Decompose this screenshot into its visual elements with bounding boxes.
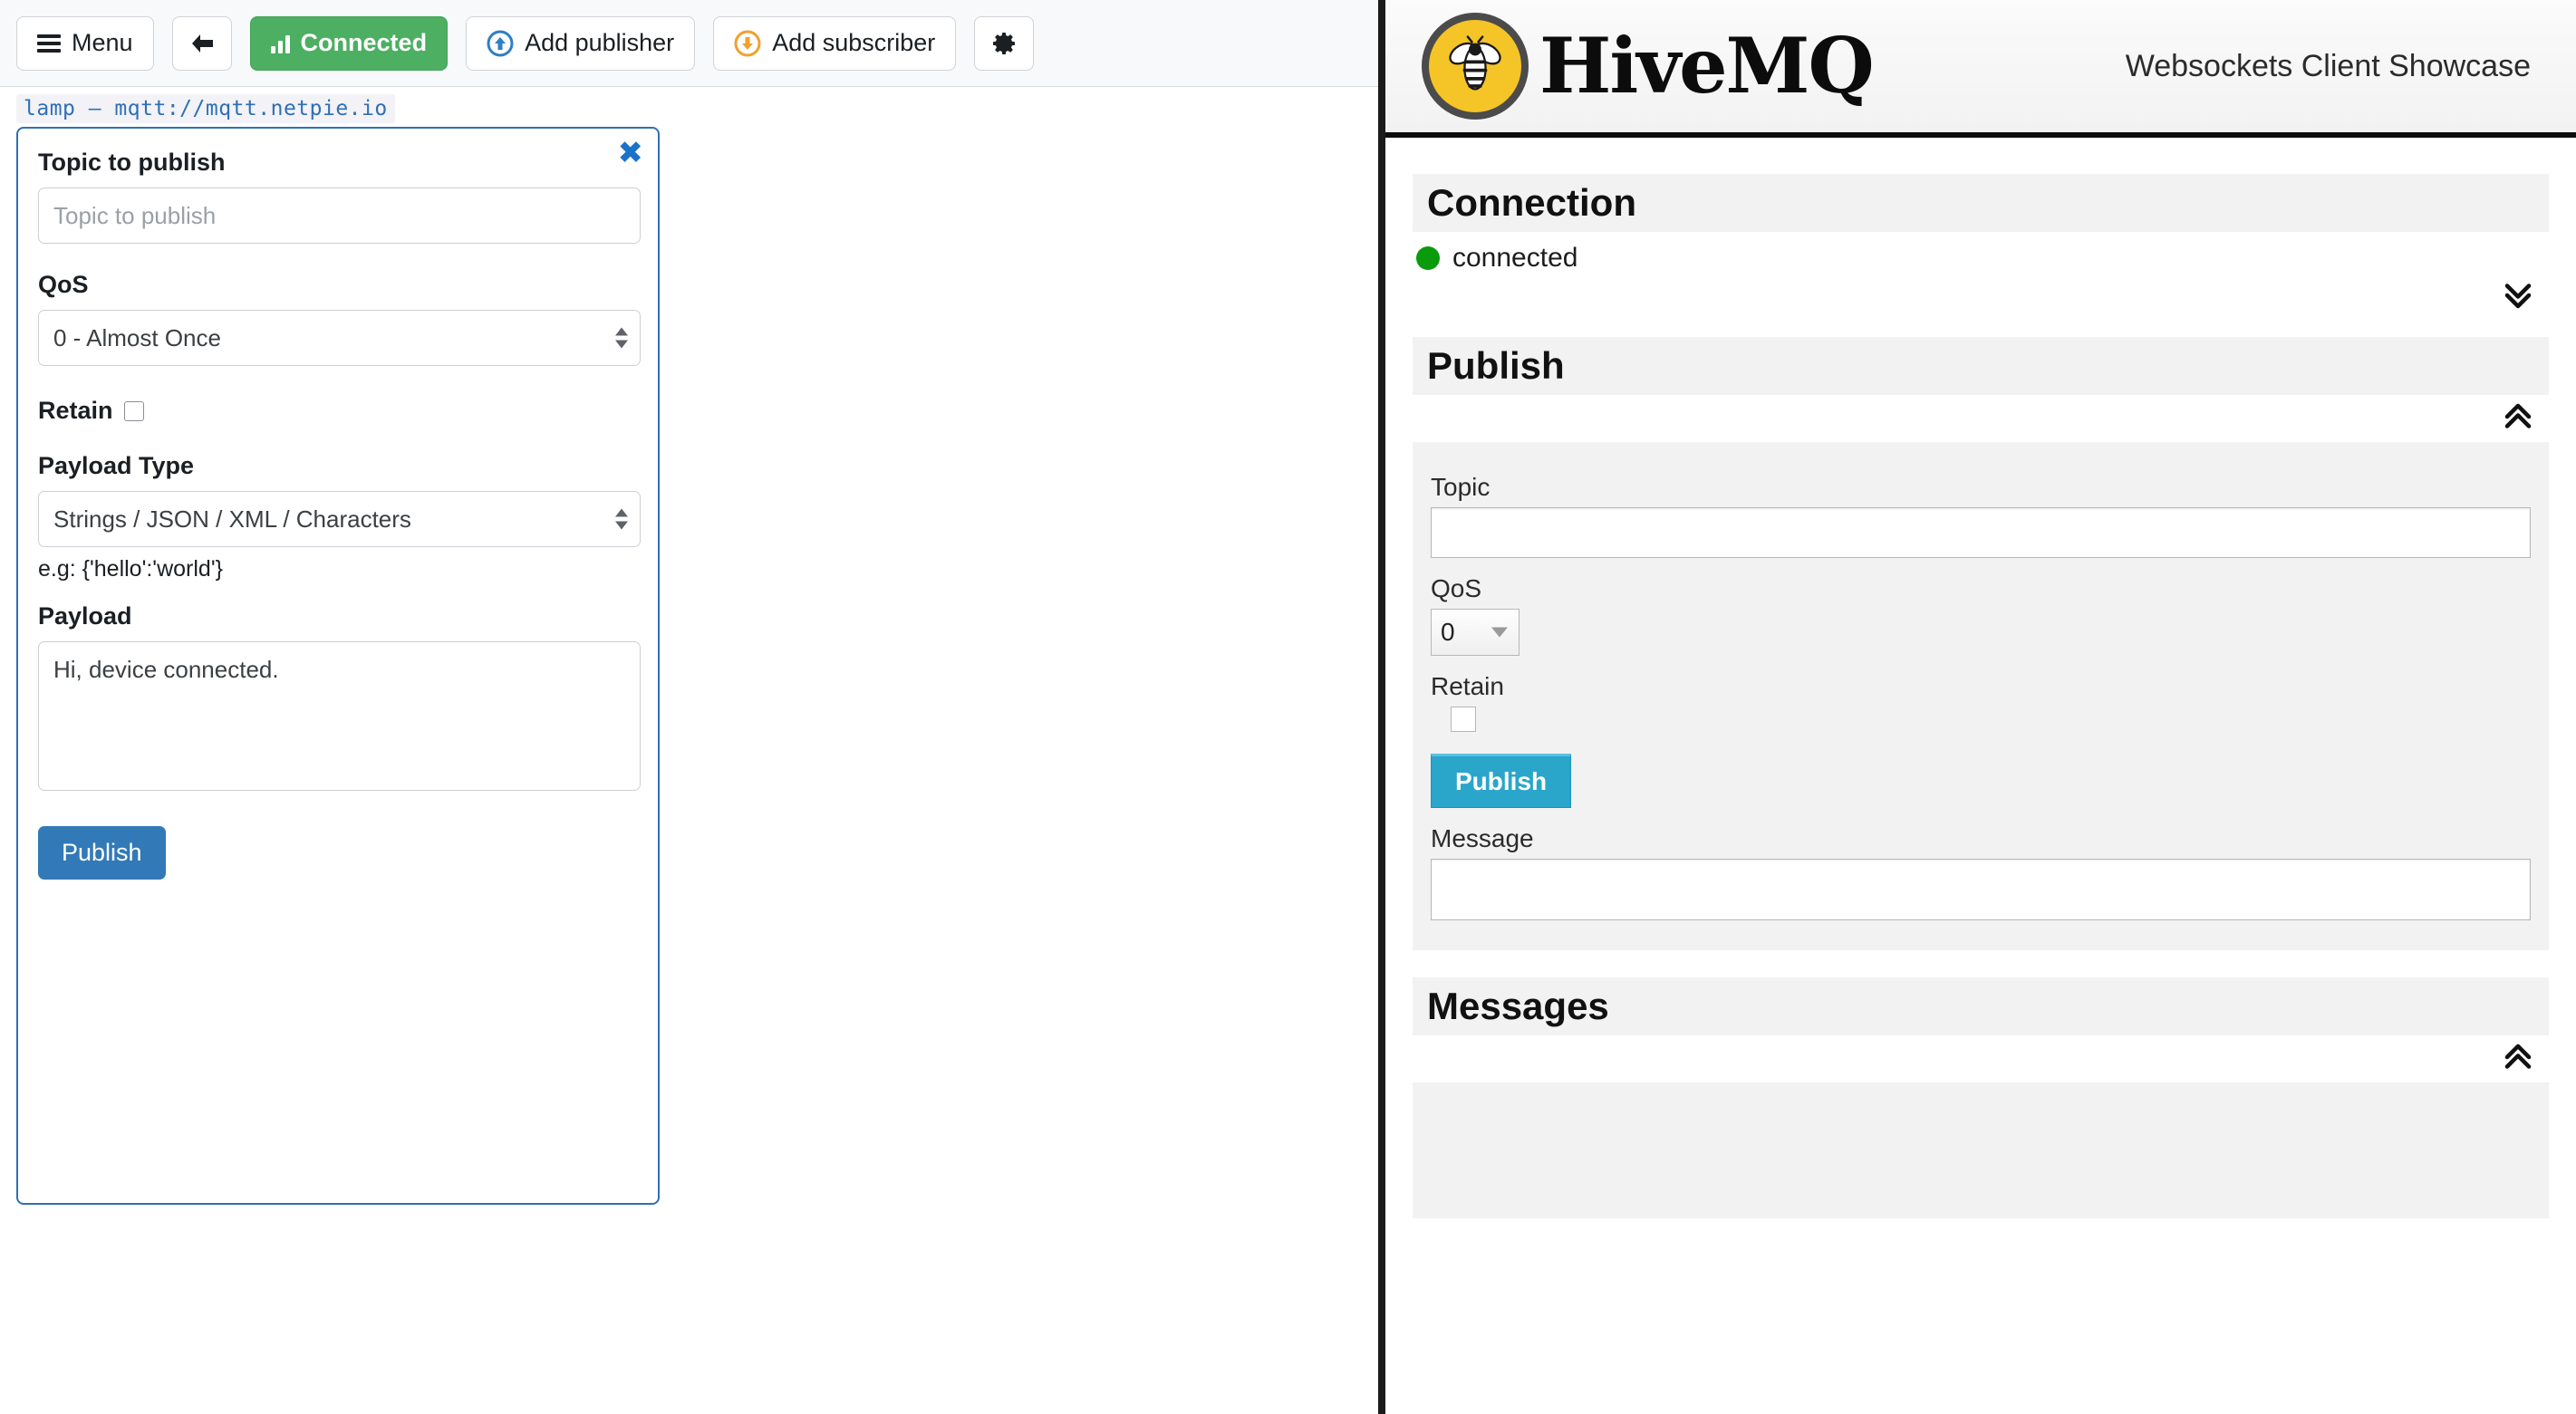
retain-checkbox[interactable] bbox=[123, 400, 144, 421]
hivemq-tagline: Websockets Client Showcase bbox=[2125, 48, 2531, 83]
publish-qos-select[interactable]: 0 bbox=[1431, 609, 1520, 656]
publish-toggle-row bbox=[1413, 395, 2549, 442]
topic-to-publish-input[interactable] bbox=[38, 188, 641, 244]
payload-hint: e.g: {'hello':'world'} bbox=[38, 556, 223, 582]
publish-section-header: Publish bbox=[1413, 337, 2549, 395]
hivemq-showcase-window: HiveMQ Websockets Client Showcase Connec… bbox=[1385, 0, 2576, 1414]
retain-row: Retain bbox=[38, 397, 622, 425]
connection-status-button[interactable]: Connected bbox=[249, 15, 449, 71]
connection-section-header: Connection bbox=[1413, 174, 2549, 232]
arrow-left-icon bbox=[191, 34, 213, 53]
arrow-down-circle-icon bbox=[734, 30, 761, 56]
publish-topic-label: Topic bbox=[1431, 473, 1491, 501]
topic-to-publish-label: Topic to publish bbox=[38, 149, 226, 176]
chevron-double-up-icon[interactable] bbox=[2502, 1041, 2534, 1073]
status-dot-icon bbox=[1416, 246, 1440, 270]
payload-type-select[interactable]: Strings / JSON / XML / Characters bbox=[38, 491, 641, 547]
toolbar: Menu Connected Add publisher Add subscri… bbox=[0, 0, 1378, 87]
back-button[interactable] bbox=[171, 15, 232, 71]
gear-icon bbox=[993, 32, 1016, 54]
close-icon[interactable]: ✖ bbox=[618, 138, 644, 168]
chevron-down-icon bbox=[1491, 627, 1508, 638]
add-subscriber-label: Add subscriber bbox=[772, 29, 936, 56]
qos-label: QoS bbox=[38, 271, 89, 298]
qos-selected-value: 0 - Almost Once bbox=[53, 323, 221, 351]
hivemq-publish-button[interactable]: Publish bbox=[1431, 754, 1572, 808]
connection-status-label: Connected bbox=[300, 29, 428, 56]
publish-title: Publish bbox=[1427, 344, 1565, 387]
menu-button[interactable]: Menu bbox=[16, 15, 154, 71]
bee-icon bbox=[1422, 13, 1529, 120]
publish-topic-input[interactable] bbox=[1431, 507, 2531, 558]
settings-button[interactable] bbox=[974, 15, 1035, 71]
publish-qos-label: QoS bbox=[1431, 574, 1482, 602]
publish-button[interactable]: Publish bbox=[38, 826, 166, 880]
select-arrows-icon bbox=[615, 327, 628, 349]
connection-status-row: connected bbox=[1413, 232, 2549, 274]
publisher-card: ✖ Topic to publish QoS 0 - Almost Once R… bbox=[16, 127, 660, 1205]
hamburger-icon bbox=[37, 34, 61, 53]
publish-panel: Topic QoS 0 Retain Publish Message bbox=[1413, 442, 2549, 950]
chevron-double-down-icon[interactable] bbox=[2502, 279, 2534, 312]
chevron-double-up-icon[interactable] bbox=[2502, 400, 2534, 433]
publish-message-textarea[interactable] bbox=[1431, 859, 2531, 920]
qos-select[interactable]: 0 - Almost Once bbox=[38, 310, 641, 366]
connection-toggle-row bbox=[1413, 274, 2549, 321]
arrow-up-circle-icon bbox=[487, 30, 514, 56]
signal-bars-icon bbox=[270, 34, 290, 53]
hivemq-body: Connection connected Publish Topic QoS 0… bbox=[1385, 138, 2576, 1218]
payload-type-selected-value: Strings / JSON / XML / Characters bbox=[53, 505, 411, 533]
select-arrows-icon bbox=[615, 508, 628, 530]
messages-section-header: Messages bbox=[1413, 977, 2549, 1035]
publish-retain-label: Retain bbox=[1431, 672, 1504, 700]
menu-button-label: Menu bbox=[72, 29, 133, 56]
messages-panel bbox=[1413, 1082, 2549, 1218]
screen: Menu Connected Add publisher Add subscri… bbox=[0, 0, 2576, 1414]
payload-type-label: Payload Type bbox=[38, 452, 195, 479]
messages-toggle-row bbox=[1413, 1035, 2549, 1082]
add-publisher-button[interactable]: Add publisher bbox=[466, 15, 696, 71]
hivemq-header: HiveMQ Websockets Client Showcase bbox=[1385, 0, 2576, 138]
connection-title: Connection bbox=[1427, 181, 1636, 224]
hivemq-wordmark: HiveMQ bbox=[1539, 21, 1875, 111]
mqtt-client-window: Menu Connected Add publisher Add subscri… bbox=[0, 0, 1378, 1414]
window-divider bbox=[1378, 0, 1385, 1414]
payload-textarea[interactable] bbox=[38, 641, 641, 791]
breadcrumb: lamp — mqtt://mqtt.netpie.io bbox=[16, 94, 395, 123]
publish-message-label: Message bbox=[1431, 824, 1534, 852]
add-publisher-label: Add publisher bbox=[525, 29, 675, 56]
publish-retain-checkbox[interactable] bbox=[1451, 707, 1476, 732]
hivemq-logo: HiveMQ bbox=[1422, 13, 1875, 120]
add-subscriber-button[interactable]: Add subscriber bbox=[713, 15, 957, 71]
publish-qos-value: 0 bbox=[1441, 618, 1455, 646]
messages-title: Messages bbox=[1427, 985, 1609, 1027]
payload-label: Payload bbox=[38, 602, 132, 630]
retain-label: Retain bbox=[38, 397, 113, 424]
connection-status-text: connected bbox=[1452, 243, 1578, 273]
